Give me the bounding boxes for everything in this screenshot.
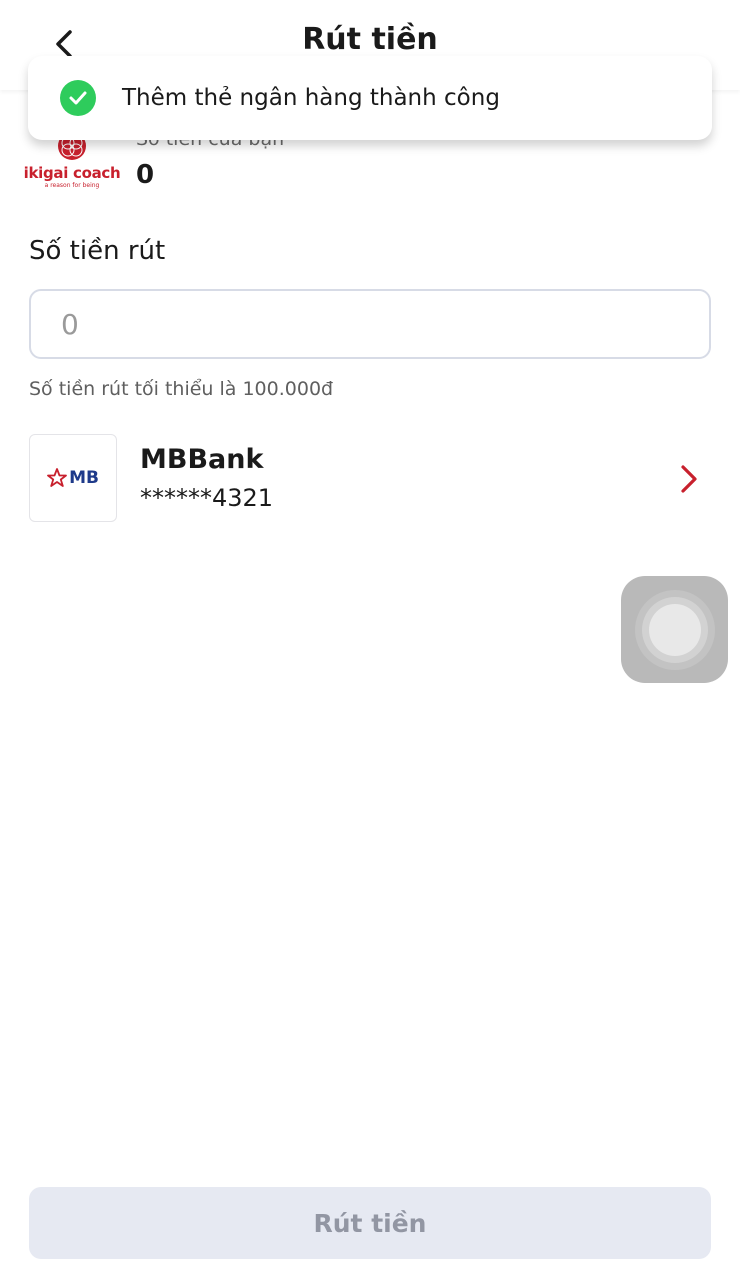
- brand-tagline: a reason for being: [44, 182, 100, 189]
- withdraw-amount-input[interactable]: [29, 289, 711, 359]
- assistive-dot: [648, 603, 701, 656]
- chevron-right-icon: [681, 465, 697, 493]
- minimum-amount-hint: Số tiền rút tối thiểu là 100.000đ: [29, 378, 334, 400]
- page-title: Rút tiền: [302, 22, 438, 57]
- brand-name: ikigai coach: [23, 164, 121, 182]
- assistive-ring-outer: [634, 589, 715, 670]
- balance-value: 0: [136, 160, 155, 190]
- bank-account-selector[interactable]: MB MBBank ******4321: [29, 434, 711, 524]
- toast-message: Thêm thẻ ngân hàng thành công: [122, 85, 500, 111]
- check-circle-icon: [60, 80, 96, 116]
- mbbank-logo: MB: [29, 434, 117, 522]
- bank-logo-text: MB: [69, 468, 99, 488]
- withdraw-screen: Rút tiền ikigai coach a reason for being…: [0, 0, 740, 1280]
- withdraw-amount-label: Số tiền rút: [29, 236, 166, 266]
- assistive-ring-inner: [641, 596, 708, 663]
- bank-account-number: ******4321: [140, 484, 274, 512]
- withdraw-submit-button[interactable]: Rút tiền: [29, 1187, 711, 1259]
- assistive-touch-button[interactable]: [621, 576, 728, 683]
- star-icon: [47, 468, 67, 487]
- bank-name: MBBank: [140, 444, 264, 475]
- success-toast: Thêm thẻ ngân hàng thành công: [28, 56, 712, 140]
